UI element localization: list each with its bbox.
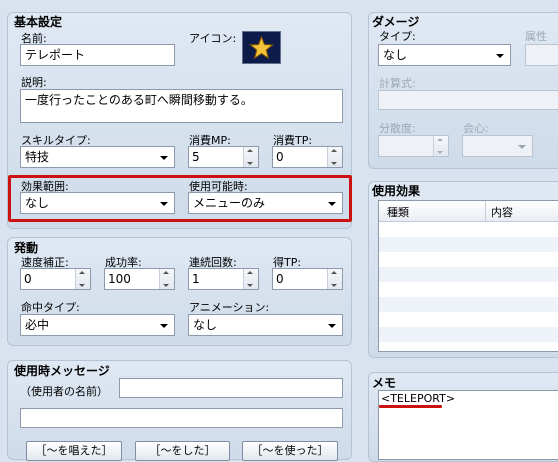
spin-up-icon xyxy=(247,271,253,274)
animation-value: なし xyxy=(193,318,218,332)
basic-settings-title: 基本設定 xyxy=(14,15,63,29)
spin-buttons[interactable] xyxy=(75,269,90,289)
damage-type-select[interactable]: なし xyxy=(378,44,511,66)
element-select[interactable] xyxy=(525,44,558,66)
message-line2-field[interactable] xyxy=(20,408,343,428)
table-row[interactable] xyxy=(379,267,558,282)
description-field[interactable]: 一度行ったことのある町へ瞬間移動する。 xyxy=(20,89,343,123)
success-rate-stepper[interactable]: 100 xyxy=(104,268,175,290)
repeat-stepper[interactable]: 1 xyxy=(188,268,259,290)
tp-gain-value: 0 xyxy=(276,272,284,286)
hit-type-label: 命中タイプ: xyxy=(21,301,80,314)
spin-down-icon xyxy=(247,284,253,287)
star-icon xyxy=(249,35,274,60)
variance-label: 分散度: xyxy=(379,122,416,135)
icon-label: アイコン: xyxy=(189,32,237,45)
tp-cost-stepper[interactable]: 0 xyxy=(272,146,343,168)
element-label: 属性 xyxy=(525,30,547,43)
spin-down-icon xyxy=(331,284,337,287)
chevron-down-icon xyxy=(160,156,168,160)
spin-down-icon xyxy=(247,162,253,165)
memo-title: メモ xyxy=(372,376,397,390)
description-label: 説明: xyxy=(21,76,47,89)
spin-up-icon xyxy=(437,138,443,141)
memo-field[interactable]: <TELEPORT> xyxy=(378,390,558,460)
critical-select[interactable] xyxy=(462,135,533,157)
spin-down-icon xyxy=(331,162,337,165)
name-field[interactable]: テレポート xyxy=(20,44,175,66)
chevron-down-icon xyxy=(496,54,504,58)
spin-buttons[interactable] xyxy=(433,136,448,156)
spin-up-icon xyxy=(79,271,85,274)
table-row[interactable] xyxy=(379,312,558,327)
table-row[interactable] xyxy=(379,297,558,312)
use-message-button[interactable]: ［～を使った］ xyxy=(242,441,338,461)
col-type-header[interactable]: 種類 xyxy=(387,204,409,220)
memo-text: <TELEPORT> xyxy=(381,392,456,405)
chevron-down-icon xyxy=(160,324,168,328)
skill-type-select[interactable]: 特技 xyxy=(20,146,175,168)
highlight-box xyxy=(8,175,352,222)
effects-table[interactable]: 種類 内容 xyxy=(378,200,558,352)
tp-cost-value: 0 xyxy=(276,150,284,164)
spin-down-icon xyxy=(437,151,443,154)
spin-buttons[interactable] xyxy=(243,269,258,289)
spin-up-icon xyxy=(163,271,169,274)
do-message-button[interactable]: ［～をした］ xyxy=(135,441,230,461)
spin-down-icon xyxy=(79,284,85,287)
spin-down-icon xyxy=(163,284,169,287)
mp-cost-value: 5 xyxy=(192,150,200,164)
mp-cost-stepper[interactable]: 5 xyxy=(188,146,259,168)
chevron-down-icon xyxy=(328,324,336,328)
speed-value: 0 xyxy=(24,272,32,286)
spin-up-icon xyxy=(247,149,253,152)
col-content-header[interactable]: 内容 xyxy=(491,204,513,220)
table-row[interactable] xyxy=(379,327,558,342)
variance-stepper[interactable] xyxy=(378,135,449,157)
skill-type-value: 特技 xyxy=(25,150,50,164)
spin-buttons[interactable] xyxy=(327,147,342,167)
icon-picker[interactable] xyxy=(242,31,281,64)
table-row[interactable] xyxy=(379,282,558,297)
success-rate-value: 100 xyxy=(108,272,131,286)
chevron-down-icon xyxy=(518,145,526,149)
memo-underline xyxy=(379,405,442,408)
formula-field[interactable] xyxy=(378,90,558,110)
message-title: 使用時メッセージ xyxy=(14,364,110,378)
hit-type-select[interactable]: 必中 xyxy=(20,314,175,336)
formula-label: 計算式: xyxy=(379,77,416,90)
user-name-label: （使用者の名前） xyxy=(20,385,108,398)
speed-stepper[interactable]: 0 xyxy=(20,268,91,290)
header-divider xyxy=(485,201,486,221)
critical-label: 会心: xyxy=(463,122,489,135)
table-row[interactable] xyxy=(379,222,558,237)
hit-type-value: 必中 xyxy=(25,318,50,332)
message-line1-field[interactable] xyxy=(119,378,343,398)
spin-up-icon xyxy=(331,271,337,274)
table-row[interactable] xyxy=(379,252,558,267)
spin-buttons[interactable] xyxy=(159,269,174,289)
spin-buttons[interactable] xyxy=(327,269,342,289)
spin-up-icon xyxy=(331,149,337,152)
tp-gain-stepper[interactable]: 0 xyxy=(272,268,343,290)
animation-label: アニメーション: xyxy=(189,301,270,314)
animation-select[interactable]: なし xyxy=(188,314,343,336)
repeat-value: 1 xyxy=(192,272,200,286)
cast-message-button[interactable]: ［～を唱えた］ xyxy=(26,441,122,461)
damage-type-label: タイプ: xyxy=(379,30,416,43)
table-row[interactable] xyxy=(379,237,558,252)
damage-type-value: なし xyxy=(383,48,408,62)
spin-buttons[interactable] xyxy=(243,147,258,167)
effects-title: 使用効果 xyxy=(372,184,421,198)
